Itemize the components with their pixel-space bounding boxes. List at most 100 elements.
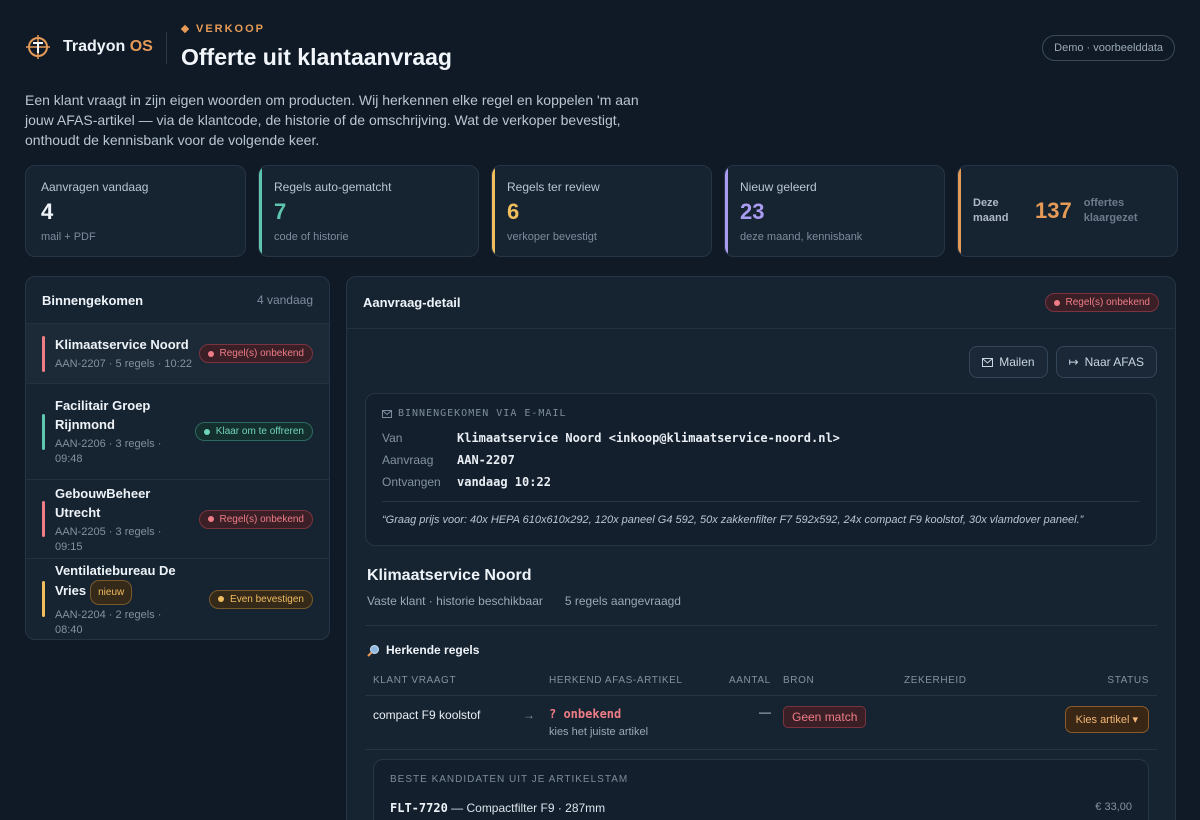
- export-arrow-icon: ↦: [1068, 355, 1079, 369]
- item-name: Facilitair Groep Rijnmond: [55, 398, 151, 432]
- stat-label: Regels auto-gematcht: [274, 180, 392, 194]
- item-meta: AAN-2206 · 3 regels · 09:48: [55, 438, 162, 465]
- stat-value: 7: [274, 199, 287, 224]
- item-name: Klimaatservice Noord: [55, 337, 189, 352]
- stat-requests-today: Aanvragen vandaag 4 mail + PDF: [25, 165, 246, 257]
- stat-accent-bar: [725, 166, 728, 256]
- new-badge: nieuw: [90, 579, 133, 605]
- requested-item: compact F9 koolstof: [373, 708, 481, 722]
- source-badge: Geen match: [783, 706, 867, 728]
- client-name: Klimaatservice Noord: [367, 567, 532, 584]
- stat-label: Aanvragen vandaag: [41, 180, 149, 194]
- inbox-item-facilitair[interactable]: Facilitair Groep Rijnmond AAN-2206 · 3 r…: [26, 384, 329, 480]
- brand: Tradyon OS: [25, 34, 153, 60]
- mail-icon: [982, 357, 994, 367]
- stat-label: Deze maand: [973, 197, 1009, 224]
- item-name: GebouwBeheer Utrecht: [55, 485, 151, 520]
- stat-sub: verkoper bevestigt: [507, 231, 597, 243]
- candidate-row[interactable]: FLT-7720 — Compactfilter F9 · 287mm € 33…: [390, 801, 1132, 815]
- stat-accent-bar: [259, 166, 262, 256]
- mail-received: vandaag 10:22: [457, 475, 551, 489]
- column-header: BRON: [783, 675, 815, 686]
- inbox-count: 4 vandaag: [256, 293, 313, 307]
- stat-accent-bar: [492, 166, 495, 256]
- section-eyebrow: VERKOOP: [180, 23, 265, 35]
- item-name: Ventilatiebureau De Vries nieuw: [55, 561, 185, 605]
- detail-title: Aanvraag-detail: [363, 295, 461, 310]
- mail-from: Klimaatservice Noord <inkoop@klimaatserv…: [457, 431, 840, 445]
- candidate-code: FLT-7720: [390, 801, 448, 815]
- inbox-header: Binnengekomen 4 vandaag: [26, 277, 329, 324]
- client-meta: Vaste klant · historie beschikbaar 5 reg…: [367, 594, 681, 608]
- candidates-label: BESTE KANDIDATEN UIT JE ARTIKELSTAM: [390, 774, 629, 785]
- stat-sub: mail + PDF: [41, 231, 96, 243]
- detail-actions: Mailen ↦ Naar AFAS: [969, 346, 1157, 378]
- choose-article-button[interactable]: Kies artikel ▾: [1064, 706, 1149, 733]
- candidate-price: € 33,00: [1095, 801, 1132, 813]
- stat-value: 23: [740, 199, 765, 224]
- crosshair-logo-icon: [26, 35, 50, 59]
- stats-row: Aanvragen vandaag 4 mail + PDF Regels au…: [25, 165, 1178, 257]
- mail-from-row: Van Klimaatservice Noord <inkoop@klimaat…: [382, 431, 840, 445]
- column-header: HERKEND AFAS-ARTIKEL: [549, 675, 683, 686]
- status-badge: Klaar om te offreren: [194, 422, 313, 441]
- stat-value: 137: [1035, 198, 1072, 223]
- quantity: —: [759, 705, 771, 719]
- status-dot-icon: [1053, 299, 1060, 306]
- stat-sub: deze maand, kennisbank: [740, 231, 863, 243]
- mail-request-row: Aanvraag AAN-2207: [382, 453, 515, 467]
- mail-button[interactable]: Mailen: [969, 346, 1048, 378]
- page-title: Offerte uit klantaanvraag: [181, 44, 452, 70]
- detail-panel: Aanvraag-detail Regel(s) onbekend Mailen…: [346, 276, 1176, 820]
- status-dot-icon: [218, 596, 225, 602]
- stat-value: 4: [41, 199, 54, 224]
- incoming-mail-box: BINNENGEKOMEN VIA E-MAIL Van Klimaatserv…: [365, 393, 1157, 546]
- inbox-item-ventilatiebureau[interactable]: Ventilatiebureau De Vries nieuw AAN-2204 …: [26, 559, 329, 639]
- stat-sub: offertes klaargezet: [1083, 197, 1138, 224]
- divider: [365, 695, 1157, 696]
- item-meta: AAN-2205 · 3 regels · 09:15: [55, 525, 162, 553]
- stat-review: Regels ter review 6 verkoper bevestigt: [491, 165, 712, 257]
- match-hint: kies het juiste artikel: [549, 726, 649, 738]
- header-divider: [166, 32, 167, 64]
- status-badge: Even bevestigen: [209, 589, 313, 609]
- stat-learned: Nieuw geleerd 23 deze maand, kennisbank: [724, 165, 945, 257]
- inbox-panel: Binnengekomen 4 vandaag Klimaatservice N…: [25, 276, 330, 640]
- inbox-item-klimaatservice[interactable]: Klimaatservice Noord AAN-2207 · 5 regels…: [26, 324, 329, 384]
- inbox-title: Binnengekomen: [42, 293, 144, 308]
- divider: [365, 625, 1157, 626]
- column-header: AANTAL: [729, 675, 771, 686]
- inbox-item-gebouwbeheer[interactable]: GebouwBeheer Utrecht AAN-2205 · 3 regels…: [26, 480, 329, 559]
- status-bar: [42, 501, 45, 537]
- matched-article: ? onbekend: [549, 707, 622, 721]
- status-dot-icon: [207, 350, 214, 357]
- column-header: KLANT VRAAGT: [373, 675, 457, 686]
- divider: [365, 749, 1157, 750]
- magnifier-icon: [367, 644, 379, 657]
- stat-label: Nieuw geleerd: [740, 180, 817, 194]
- mail-request-id: AAN-2207: [457, 453, 515, 467]
- candidate-desc: — Compactfilter F9 · 287mm: [451, 801, 606, 815]
- item-meta: AAN-2204 · 2 regels · 08:40: [55, 608, 162, 636]
- column-header: ZEKERHEID: [904, 675, 967, 686]
- to-afas-button[interactable]: ↦ Naar AFAS: [1055, 346, 1157, 378]
- arrow-right-icon: →: [523, 708, 535, 722]
- stat-auto-matched: Regels auto-gematcht 7 code of historie: [258, 165, 479, 257]
- stat-label: Regels ter review: [507, 180, 600, 194]
- stat-sub: code of historie: [274, 231, 349, 243]
- detail-header: Aanvraag-detail Regel(s) onbekend: [347, 277, 1175, 329]
- mail-label: BINNENGEKOMEN VIA E-MAIL: [382, 408, 1140, 419]
- stat-value: 6: [507, 199, 520, 224]
- candidates-box: BESTE KANDIDATEN UIT JE ARTIKELSTAM FLT-…: [373, 759, 1149, 820]
- intro-text: Een klant vraagt in zijn eigen woorden o…: [25, 92, 639, 148]
- recognized-rules-title: Herkende regels: [367, 643, 479, 657]
- diamond-icon: [180, 24, 190, 34]
- status-badge: Regel(s) onbekend: [198, 509, 313, 529]
- column-header: STATUS: [1107, 675, 1149, 686]
- mail-quote: “Graag prijs voor: 40x HEPA 610x610x292,…: [382, 514, 1084, 526]
- brand-name: Tradyon OS: [63, 38, 153, 55]
- divider: [382, 501, 1140, 502]
- status-dot-icon: [207, 516, 214, 522]
- status-bar: [42, 414, 45, 450]
- demo-badge: Demo · voorbeelddata: [1042, 35, 1175, 61]
